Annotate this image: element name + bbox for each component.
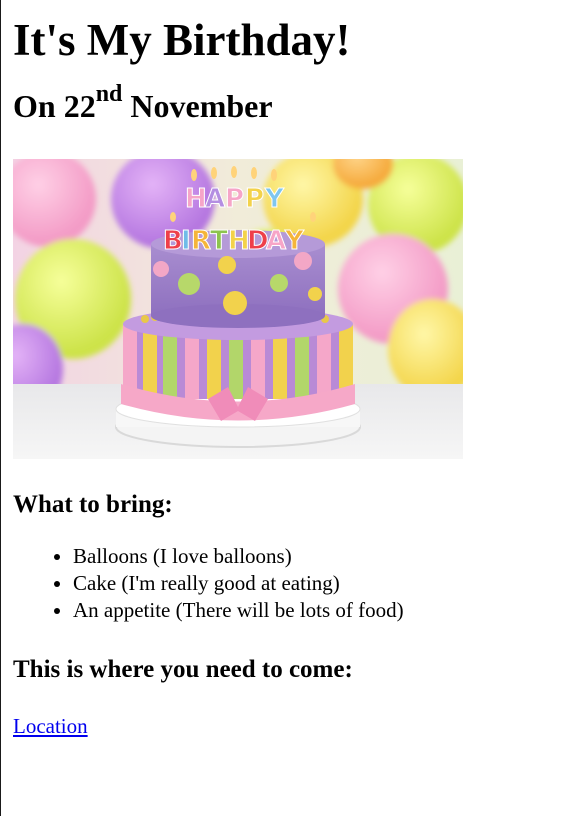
where-heading: This is where you need to come: (13, 656, 353, 683)
svg-text:A: A (266, 226, 286, 256)
page-title: It's My Birthday! (13, 15, 351, 65)
list-item: Balloons (I love balloons) (73, 543, 570, 570)
svg-text:H: H (185, 184, 207, 214)
event-date: On 22nd November (13, 66, 570, 126)
svg-text:P: P (245, 184, 264, 214)
date-prefix: On 22 (13, 88, 96, 124)
date-month: November (122, 88, 273, 124)
svg-text:I: I (181, 226, 191, 256)
svg-text:P: P (225, 184, 244, 214)
location-link[interactable]: Location (13, 713, 88, 740)
svg-text:A: A (205, 184, 225, 214)
birthday-cake-image: H A P P Y B I R T H D A Y (13, 159, 463, 459)
svg-text:Y: Y (264, 184, 285, 214)
bring-list: Balloons (I love balloons) Cake (I'm rea… (13, 543, 570, 624)
date-ordinal: nd (95, 81, 123, 108)
page-content: It's My Birthday! On 22nd November H A P… (0, 0, 570, 740)
list-item: An appetite (There will be lots of food) (73, 597, 570, 624)
bring-heading: What to bring: (13, 491, 173, 518)
svg-text:R: R (191, 226, 211, 256)
svg-text:B: B (163, 226, 183, 256)
svg-text:Y: Y (284, 226, 305, 256)
svg-text:T: T (210, 226, 228, 256)
page-left-border (0, 0, 1, 816)
list-item: Cake (I'm really good at eating) (73, 570, 570, 597)
